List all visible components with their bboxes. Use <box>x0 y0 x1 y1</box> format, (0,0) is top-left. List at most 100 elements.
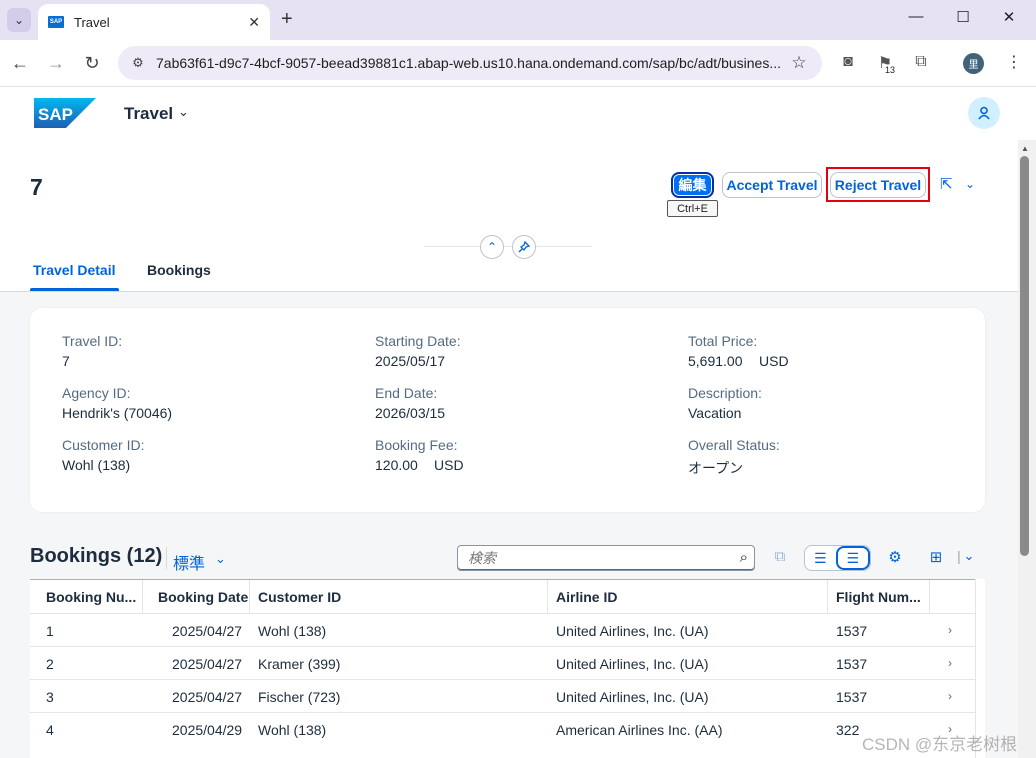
tab-search-chevron-icon[interactable]: ⌄ <box>7 8 31 32</box>
cell-booking-date: 2025/04/27 <box>172 655 243 672</box>
tab-bookings[interactable]: Bookings <box>147 262 211 278</box>
collapse-header-icon[interactable]: ⌃ <box>480 235 504 259</box>
row-navigation-chevron-icon[interactable]: › <box>948 656 952 670</box>
search-input[interactable] <box>468 550 728 566</box>
starting-date-value: 2025/05/17 <box>375 353 446 369</box>
column-header-flight-number[interactable]: Flight Num... <box>828 580 930 613</box>
column-header-booking-number[interactable]: Booking Nu... <box>30 580 143 613</box>
table-view-toggle[interactable]: ☰ ☰ <box>804 545 871 571</box>
accept-travel-button[interactable]: Accept Travel <box>722 172 822 198</box>
browser-profile-avatar[interactable]: 里 <box>963 53 984 74</box>
new-tab-plus-icon[interactable]: + <box>281 9 293 29</box>
total-price-currency: USD <box>759 353 789 369</box>
travel-detail-card: Travel ID: 7 Agency ID: Hendrik's (70046… <box>30 308 985 512</box>
row-navigation-chevron-icon[interactable]: › <box>948 623 952 637</box>
table-row[interactable]: 3 2025/04/27 Fischer (723) United Airlin… <box>30 679 975 712</box>
cell-customer-id: Kramer (399) <box>258 655 341 672</box>
overall-status-value: オープン <box>688 460 744 476</box>
booking-fee-label: Booking Fee: <box>375 437 458 453</box>
sap-logo[interactable]: SAP <box>34 98 96 128</box>
table-row[interactable]: 1 2025/04/27 Wohl (138) United Airlines,… <box>30 613 975 646</box>
bookings-table-title: Bookings (12) <box>30 545 163 567</box>
row-navigation-chevron-icon[interactable]: › <box>948 689 952 703</box>
starting-date-label: Starting Date: <box>375 333 461 349</box>
close-tab-icon[interactable]: ✕ <box>248 14 260 31</box>
browser-tab-bar: ⌄ SAP Travel ✕ + — ☐ ✕ <box>0 0 1036 40</box>
column-header-booking-date[interactable]: Booking Date <box>143 580 250 613</box>
forward-arrow-icon[interactable]: → <box>44 52 68 74</box>
cell-booking-date: 2025/04/27 <box>172 622 243 639</box>
camera-icon[interactable]: ◙ <box>836 53 860 71</box>
cell-flight-number: 322 <box>836 721 860 738</box>
booking-fee-currency: USD <box>434 457 464 473</box>
agency-id-label: Agency ID: <box>62 385 131 401</box>
browser-tab-title: Travel <box>74 14 110 30</box>
variant-chevron-icon[interactable]: ⌄ <box>215 551 226 567</box>
reject-highlight-box <box>826 167 930 202</box>
app-menu-chevron-icon[interactable]: ⌄ <box>178 104 189 120</box>
site-settings-icon[interactable]: ⚙ <box>128 55 148 71</box>
edit-button[interactable]: 編集 <box>671 172 714 198</box>
extensions-puzzle-icon[interactable]: ⧉ <box>909 53 933 71</box>
maximize-icon[interactable]: ☐ <box>948 8 978 26</box>
variant-selector[interactable]: 標準 <box>173 550 205 574</box>
cell-customer-id: Fischer (723) <box>258 688 341 705</box>
column-header-airline-id[interactable]: Airline ID <box>548 580 828 613</box>
close-window-icon[interactable]: ✕ <box>994 8 1024 26</box>
app-title[interactable]: Travel <box>124 104 173 124</box>
watermark: CSDN @东京老树根 <box>862 735 1018 754</box>
customer-id-label: Customer ID: <box>62 437 145 453</box>
sap-shell-bar: SAP Travel ⌄ <box>0 87 1036 140</box>
table-row[interactable]: 2 2025/04/27 Kramer (399) United Airline… <box>30 646 975 679</box>
pin-header-icon[interactable] <box>512 235 536 259</box>
travel-id-label: Travel ID: <box>62 333 123 349</box>
header-divider <box>424 246 592 247</box>
search-icon[interactable]: ⌕ <box>740 549 748 566</box>
cell-booking-date: 2025/04/29 <box>172 721 243 738</box>
minimize-icon[interactable]: — <box>901 8 931 25</box>
export-excel-icon[interactable]: ⊞ <box>925 548 947 566</box>
copy-icon[interactable]: ⧉ <box>769 548 791 565</box>
cell-flight-number: 1537 <box>836 655 868 672</box>
tab-travel-detail[interactable]: Travel Detail <box>33 262 116 278</box>
cell-booking-date: 2025/04/27 <box>172 688 243 705</box>
back-arrow-icon[interactable]: ← <box>8 52 32 74</box>
export-chevron-icon[interactable]: ⌄ <box>958 548 980 564</box>
share-chevron-icon[interactable]: ⌄ <box>965 177 975 191</box>
cell-booking-number: 1 <box>46 622 54 639</box>
cell-customer-id: Wohl (138) <box>258 721 327 738</box>
scroll-up-arrow-icon[interactable]: ▲ <box>1021 144 1029 153</box>
address-bar[interactable]: ⚙ 7ab63f61-d9c7-4bcf-9057-beead39881c1.a… <box>118 46 822 80</box>
settings-gear-icon[interactable]: ⚙ <box>884 548 906 566</box>
cozy-view-icon[interactable]: ☰ <box>835 546 870 570</box>
browser-toolbar: ← → ↻ ⚙ 7ab63f61-d9c7-4bcf-9057-beead398… <box>0 40 1036 87</box>
total-price-value: 5,691.00 <box>688 353 743 369</box>
bookings-search-field[interactable]: ⌕ <box>457 545 755 571</box>
cell-flight-number: 1537 <box>836 622 868 639</box>
active-tab-indicator <box>30 288 119 291</box>
sap-favicon-icon: SAP <box>48 16 64 28</box>
bookmark-star-icon[interactable]: ☆ <box>786 53 812 73</box>
bookings-table: Booking Nu... Booking Date Customer ID A… <box>30 579 975 758</box>
condensed-view-icon[interactable]: ☰ <box>805 546 836 570</box>
booking-fee-value: 120.00 <box>375 457 418 473</box>
browser-tab-travel[interactable]: SAP Travel ✕ <box>38 4 270 40</box>
user-profile-icon[interactable] <box>968 97 1000 129</box>
page-scrollbar-thumb[interactable] <box>1020 156 1029 556</box>
cell-airline-id: United Airlines, Inc. (UA) <box>556 688 709 705</box>
cell-customer-id: Wohl (138) <box>258 622 327 639</box>
share-icon[interactable]: ⇱ <box>940 175 953 193</box>
agency-id-value: Hendrik's (70046) <box>62 405 173 421</box>
table-row[interactable]: 4 2025/04/29 Wohl (138) American Airline… <box>30 712 975 745</box>
cell-airline-id: United Airlines, Inc. (UA) <box>556 655 709 672</box>
notification-count-badge: 13 <box>885 65 896 75</box>
cell-flight-number: 1537 <box>836 688 868 705</box>
cell-booking-number: 4 <box>46 721 54 738</box>
column-header-customer-id[interactable]: Customer ID <box>250 580 548 613</box>
browser-menu-icon[interactable]: ⋮ <box>1006 52 1022 72</box>
url-text[interactable]: 7ab63f61-d9c7-4bcf-9057-beead39881c1.aba… <box>156 55 786 71</box>
variant-separator <box>166 547 167 569</box>
reload-icon[interactable]: ↻ <box>80 52 104 74</box>
description-value: Vacation <box>688 405 742 421</box>
cell-booking-number: 3 <box>46 688 54 705</box>
